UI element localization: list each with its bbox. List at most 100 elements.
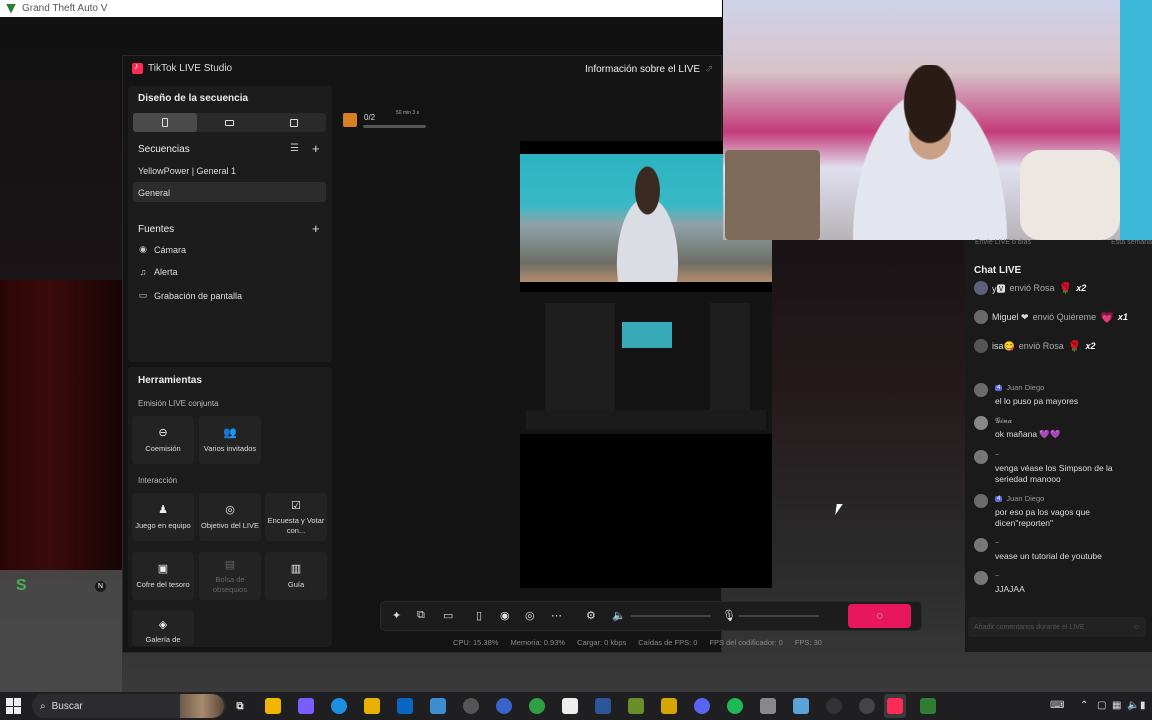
volume-slider[interactable] — [631, 615, 711, 617]
edge-icon[interactable] — [331, 698, 347, 714]
game-title-bar: Grand Theft Auto V — [0, 0, 722, 17]
volume-icon[interactable]: 🔈 — [1127, 700, 1139, 711]
copilot-icon[interactable] — [298, 698, 314, 714]
source-camera[interactable]: ◉ Cámara — [138, 244, 186, 255]
file-explorer-icon[interactable] — [364, 698, 380, 714]
book-icon: ▥ — [290, 563, 302, 576]
magic-wand-icon[interactable]: ✦ — [392, 609, 401, 622]
microphone-icon[interactable]: 🎙 — [722, 609, 736, 622]
store-icon[interactable] — [265, 698, 281, 714]
avatar — [974, 450, 988, 464]
camera-settings-icon[interactable]: ◎ — [525, 609, 535, 622]
speaker-icon[interactable]: 🔈 — [612, 609, 626, 622]
source-alert[interactable]: ♫ Alerta — [138, 267, 178, 277]
chat-top-right: Esta semana — [1111, 239, 1152, 246]
cohost-tool[interactable]: ⊖ Coemisión — [132, 416, 194, 464]
windows-start-icon[interactable] — [6, 698, 22, 714]
multi-guest-tool[interactable]: 👥 Varios invitados — [199, 416, 261, 464]
search-highlight-art — [180, 694, 224, 718]
phone-portrait-icon — [162, 118, 169, 127]
live-info-link[interactable]: Información sobre el LIVE — [585, 64, 700, 75]
preview-mini-toolbar — [526, 410, 766, 430]
tool-label: Cofre del tesoro — [136, 579, 190, 589]
chest-icon: ▣ — [157, 563, 169, 576]
bell-icon: ♫ — [139, 267, 147, 277]
phone-icon[interactable]: ▯ — [476, 609, 482, 622]
avatar — [974, 538, 988, 552]
game-launcher-icon[interactable] — [628, 698, 644, 714]
tray-chevron-icon[interactable]: ⌃ — [1080, 700, 1088, 711]
spotify-icon[interactable] — [727, 698, 743, 714]
audio-settings-icon[interactable]: ⚙ — [586, 609, 596, 622]
stat-fps: FPS: 30 — [794, 638, 822, 647]
chat-header-row: Envíe LIVE 6 días Esta semana — [975, 239, 1152, 246]
guide-tool[interactable]: ▥ Guía — [265, 552, 327, 600]
tool-label: Galería de — [145, 635, 181, 645]
chat-user: 4 Juan Diego — [995, 383, 1044, 392]
notepad-icon[interactable] — [793, 698, 809, 714]
scene-item[interactable]: YellowPower | General 1 — [138, 166, 236, 176]
gift-bag-tool[interactable]: ▤ Bolsa de obsequios — [199, 552, 261, 600]
source-screen-capture[interactable]: ▭ Grabación de pantalla — [138, 290, 242, 301]
word-icon[interactable] — [595, 698, 611, 714]
obs-icon[interactable] — [826, 698, 842, 714]
add-scene-button[interactable]: + — [312, 141, 320, 156]
bluestacks-icon[interactable] — [661, 698, 677, 714]
goal-time: 50 min 3 s — [396, 110, 420, 116]
zoom-icon[interactable] — [496, 698, 512, 714]
xbox-icon[interactable] — [529, 698, 545, 714]
rockstar-icon[interactable] — [859, 698, 875, 714]
target-icon: ◎ — [225, 504, 235, 517]
game-red-curtain — [0, 280, 125, 580]
compass-north-icon: N — [95, 581, 106, 592]
network-icon[interactable]: ▦ — [1112, 700, 1121, 711]
more-icon[interactable]: ⋯ — [551, 609, 562, 622]
discord-icon[interactable] — [694, 698, 710, 714]
rose-icon: 🌹 — [1058, 282, 1073, 295]
layout-icon[interactable]: ▭ — [443, 609, 453, 622]
gta-icon[interactable] — [920, 698, 936, 714]
effects-icon[interactable]: ⧉ — [417, 609, 425, 622]
treasure-chest-tool[interactable]: ▣ Cofre del tesoro — [132, 552, 194, 600]
gift-user: isa😋 — [992, 340, 1015, 351]
heart-gift-icon: 💗 — [1100, 311, 1114, 324]
tiktok-live-studio-icon[interactable] — [887, 698, 903, 714]
goal-progress-bar — [363, 125, 426, 128]
poll-tool[interactable]: ☑ Encuesta y Votar con... — [265, 493, 327, 541]
go-live-button[interactable]: ◌ — [848, 604, 911, 628]
photos-icon[interactable] — [430, 698, 446, 714]
emoji-icon[interactable]: ☺ — [1133, 624, 1140, 631]
document-icon[interactable] — [562, 698, 578, 714]
dual-layout-button[interactable] — [262, 113, 326, 132]
studio-title-bar: TikTok LIVE Studio — [132, 61, 232, 74]
steam-icon[interactable] — [463, 698, 479, 714]
avatar — [974, 571, 988, 585]
battery-icon[interactable]: ▮ — [1140, 700, 1146, 711]
task-view-icon[interactable]: ⧉ — [232, 698, 248, 714]
webcam-person — [840, 65, 1020, 240]
team-game-tool[interactable]: ♟ Juego en equipo — [132, 493, 194, 541]
outlook-icon[interactable] — [397, 698, 413, 714]
goal-count: 0/2 — [364, 113, 376, 122]
gallery-icon: ◈ — [158, 619, 168, 631]
source-label: Cámara — [154, 244, 187, 255]
tray-app-icon[interactable]: ▢ — [1097, 700, 1106, 711]
scene-list-icon[interactable]: ☰ — [290, 143, 299, 154]
gallery-tool[interactable]: ◈ Galería de — [132, 610, 194, 646]
webcam-wall — [1120, 0, 1152, 240]
mic-slider[interactable] — [739, 615, 819, 617]
tool-label: Encuesta y Votar con... — [267, 515, 325, 535]
portrait-layout-button[interactable] — [133, 113, 198, 132]
app-icon[interactable] — [760, 698, 776, 714]
layout-toggle — [133, 113, 326, 132]
chat-comment-input[interactable]: Añadir comentarios durante el LIVE ☺ — [968, 617, 1146, 637]
landscape-layout-button[interactable] — [197, 113, 261, 132]
dual-screen-icon — [289, 118, 298, 127]
share-icon[interactable]: ⇗ — [705, 64, 713, 75]
add-source-button[interactable]: + — [312, 221, 320, 236]
stat-cpu: CPU: 15.38% — [453, 638, 499, 647]
chat-user: ~ — [995, 538, 999, 547]
keyboard-icon[interactable]: ⌨ — [1050, 700, 1064, 711]
live-goal-tool[interactable]: ◎ Objetivo del LIVE — [199, 493, 261, 541]
record-icon[interactable]: ◉ — [500, 609, 510, 622]
